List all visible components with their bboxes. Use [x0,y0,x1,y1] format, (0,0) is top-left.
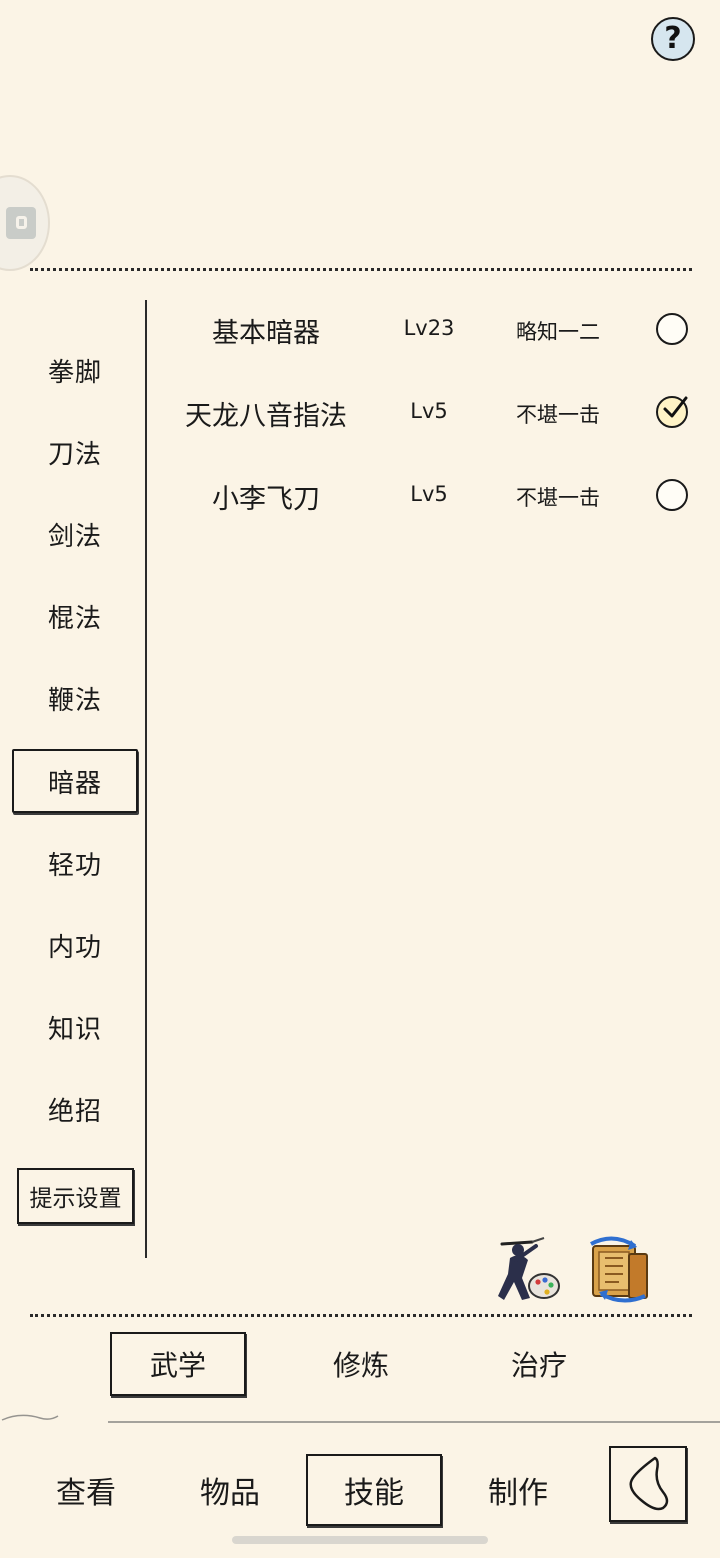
skill-name: 小李飞刀 [212,484,320,515]
category-label: 鞭法 [47,685,102,716]
column-divider [145,300,147,1258]
checkmark-icon [663,396,688,418]
subtab-zhiliao[interactable]: 治疗 [471,1332,607,1396]
scroll-swap-icon[interactable] [583,1234,653,1304]
nav-tab-items[interactable]: 物品 [162,1454,298,1526]
nav-tab-label: 技能 [344,1476,404,1511]
category-quanjiao[interactable]: 拳脚 [12,338,138,402]
home-indicator [232,1536,488,1544]
skill-select-radio[interactable] [656,313,688,345]
category-jianfa[interactable]: 剑法 [12,502,138,566]
skill-rank: 不堪一击 [516,486,600,510]
category-bianfa[interactable]: 鞭法 [12,666,138,730]
brush-stroke-decoration [1,1414,59,1421]
question-icon: ? [664,21,682,56]
category-label: 刀法 [47,439,102,470]
category-neigong[interactable]: 内功 [12,913,138,977]
skill-rank: 略知一二 [516,320,600,344]
skill-level: Lv23 [403,316,455,340]
skill-level: Lv5 [410,482,448,506]
nav-tab-label: 查看 [56,1476,116,1511]
hint-settings-label: 提示设置 [29,1186,122,1212]
category-gunfa[interactable]: 棍法 [12,584,138,648]
martial-artist-palette-icon[interactable] [492,1234,562,1304]
category-daofa[interactable]: 刀法 [12,420,138,484]
back-button[interactable] [609,1446,687,1522]
brush-line-divider [108,1421,720,1423]
category-juezhao[interactable]: 绝招 [12,1077,138,1141]
nav-tab-view[interactable]: 查看 [18,1454,154,1526]
subtab-wuxue[interactable]: 武学 [110,1332,246,1396]
top-dotted-divider [30,268,692,271]
category-zhishi[interactable]: 知识 [12,995,138,1059]
category-label: 剑法 [47,521,102,552]
back-arrow-icon [629,1456,669,1511]
category-label: 拳脚 [47,357,102,388]
nav-tab-label: 制作 [488,1476,548,1511]
subtab-label: 修炼 [332,1349,389,1382]
subtab-label: 武学 [149,1349,206,1382]
skill-name: 天龙八音指法 [185,401,347,432]
category-label: 内功 [47,932,102,963]
category-label: 轻功 [47,850,102,881]
category-label: 棍法 [47,603,102,634]
side-float-button[interactable] [0,175,50,271]
help-button[interactable]: ? [651,17,695,61]
side-menu-icon [6,207,36,239]
subtab-xiulian[interactable]: 修炼 [293,1332,429,1396]
skill-level: Lv5 [410,399,448,423]
skill-select-radio[interactable] [656,396,688,428]
skill-rank: 不堪一击 [516,403,600,427]
bottom-dotted-divider [30,1314,692,1317]
category-qinggong[interactable]: 轻功 [12,831,138,895]
subtab-label: 治疗 [510,1349,567,1382]
nav-tab-skills[interactable]: 技能 [306,1454,442,1526]
category-label: 知识 [47,1014,102,1045]
nav-tab-craft[interactable]: 制作 [450,1454,586,1526]
category-anqi[interactable]: 暗器 [12,749,138,813]
nav-tab-label: 物品 [200,1476,260,1511]
category-label: 暗器 [47,768,102,799]
category-label: 绝招 [47,1096,102,1127]
hint-settings-button[interactable]: 提示设置 [17,1168,134,1224]
skill-select-radio[interactable] [656,479,688,511]
skill-name: 基本暗器 [212,318,320,349]
